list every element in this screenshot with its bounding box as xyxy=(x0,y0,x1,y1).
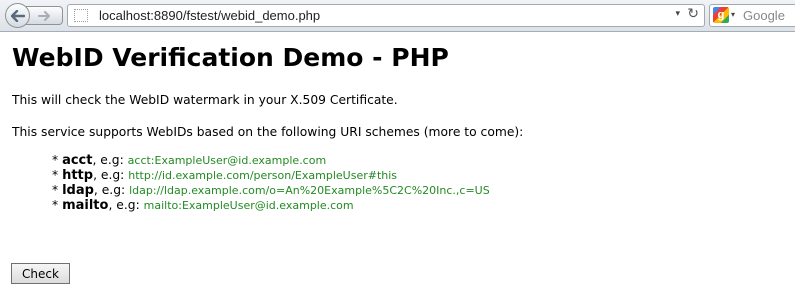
list-item: * acct, e.g: acct:ExampleUser@id.example… xyxy=(52,153,490,168)
nav-buttons xyxy=(5,3,63,28)
history-dropdown-icon[interactable]: ▾ xyxy=(675,9,680,19)
google-icon[interactable]: g xyxy=(713,7,729,23)
url-text[interactable]: localhost:8890/fstest/webid_demo.php xyxy=(99,8,320,23)
back-button[interactable] xyxy=(5,3,30,28)
site-identity-icon[interactable] xyxy=(74,9,88,22)
search-placeholder[interactable]: Google xyxy=(743,8,785,23)
example-uri: acct:ExampleUser@id.example.com xyxy=(127,154,327,167)
back-arrow-icon xyxy=(10,9,25,22)
example-uri: http://id.example.com/person/ExampleUser… xyxy=(128,169,398,182)
example-prefix: , e.g: xyxy=(93,168,125,182)
bullet: * xyxy=(52,183,59,197)
example-prefix: , e.g: xyxy=(93,183,126,197)
support-text: This service supports WebIDs based on th… xyxy=(12,125,524,139)
example-uri: mailto:ExampleUser@id.example.com xyxy=(143,199,354,212)
scheme-name: mailto xyxy=(62,198,109,213)
scheme-name: ldap xyxy=(62,183,94,198)
bullet: * xyxy=(52,168,59,182)
scheme-name: http xyxy=(62,168,94,183)
search-engine-dropdown-icon[interactable]: ▾ xyxy=(731,10,735,19)
intro-text: This will check the WebID watermark in y… xyxy=(12,93,398,107)
example-prefix: , e.g: xyxy=(108,198,140,212)
bullet: * xyxy=(52,153,59,167)
address-bar[interactable]: localhost:8890/fstest/webid_demo.php ▾ ↻ xyxy=(67,4,705,27)
check-button[interactable]: Check xyxy=(11,263,70,284)
browser-toolbar: localhost:8890/fstest/webid_demo.php ▾ ↻… xyxy=(0,0,795,32)
scheme-list: * acct, e.g: acct:ExampleUser@id.example… xyxy=(52,153,490,213)
search-bar[interactable]: g ▾ Google xyxy=(709,4,795,27)
scheme-name: acct xyxy=(62,153,93,168)
reload-icon[interactable]: ↻ xyxy=(687,6,699,22)
page-title: WebID Verification Demo - PHP xyxy=(12,43,449,72)
list-item: * ldap, e.g: ldap://ldap.example.com/o=A… xyxy=(52,183,490,198)
bullet: * xyxy=(52,198,59,212)
example-uri: ldap://ldap.example.com/o=An%20Example%5… xyxy=(129,184,490,197)
list-item: * mailto, e.g: mailto:ExampleUser@id.exa… xyxy=(52,198,490,213)
forward-arrow-icon xyxy=(38,10,50,21)
list-item: * http, e.g: http://id.example.com/perso… xyxy=(52,168,490,183)
example-prefix: , e.g: xyxy=(92,153,124,167)
